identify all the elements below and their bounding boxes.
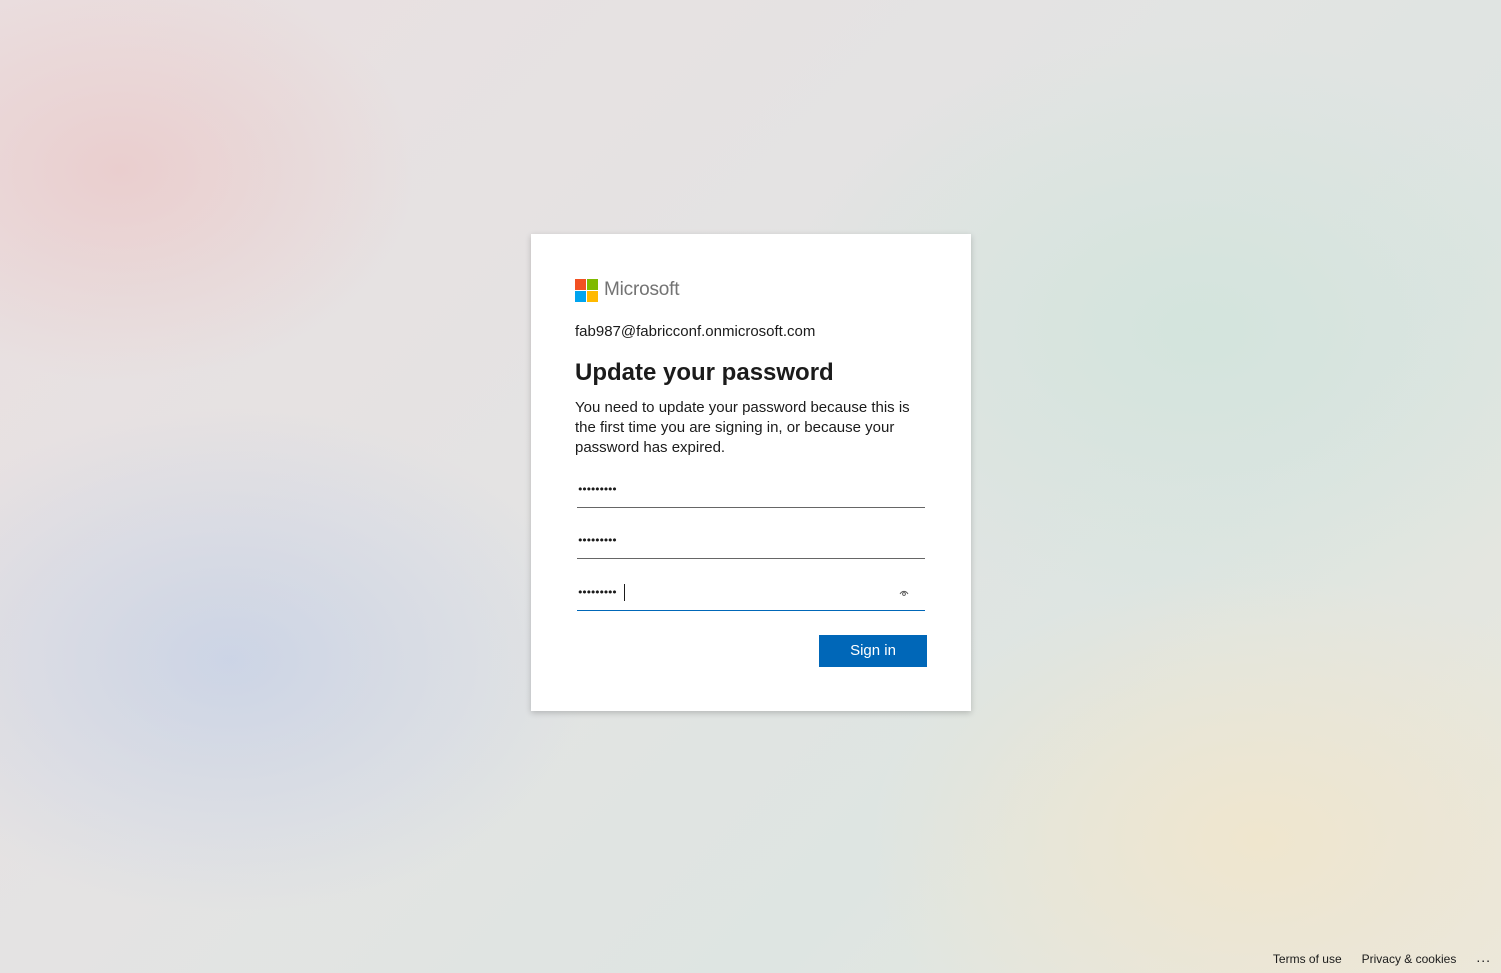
account-identity: fab987@fabricconf.onmicrosoft.com (575, 323, 816, 340)
page-description: You need to update your password because… (575, 399, 910, 456)
privacy-cookies-link[interactable]: Privacy & cookies (1362, 952, 1457, 966)
page-title: Update your password (575, 359, 834, 386)
sign-in-card: Microsoft fab987@fabricconf.onmicrosoft.… (531, 234, 971, 711)
footer: Terms of use Privacy & cookies ... (1273, 949, 1491, 967)
logo-square-red (575, 278, 586, 290)
more-options-button[interactable]: ... (1476, 949, 1491, 965)
confirm-password-field[interactable] (577, 575, 925, 611)
logo-square-yellow (587, 290, 598, 302)
microsoft-logo-squares (575, 278, 598, 302)
microsoft-logo: Microsoft (575, 278, 927, 302)
microsoft-logo-text: Microsoft (604, 279, 680, 300)
terms-of-use-link[interactable]: Terms of use (1273, 952, 1342, 966)
current-password-input[interactable] (577, 472, 897, 506)
actions: Sign in (819, 635, 927, 667)
current-password-field[interactable] (577, 472, 925, 508)
confirm-password-input[interactable] (577, 575, 897, 609)
logo-square-blue (575, 290, 586, 302)
new-password-field[interactable] (577, 523, 925, 559)
new-password-input[interactable] (577, 523, 897, 557)
sign-in-button[interactable]: Sign in (819, 635, 927, 667)
eye-icon[interactable] (897, 586, 911, 600)
logo-square-green (587, 278, 598, 290)
text-caret (624, 584, 625, 601)
